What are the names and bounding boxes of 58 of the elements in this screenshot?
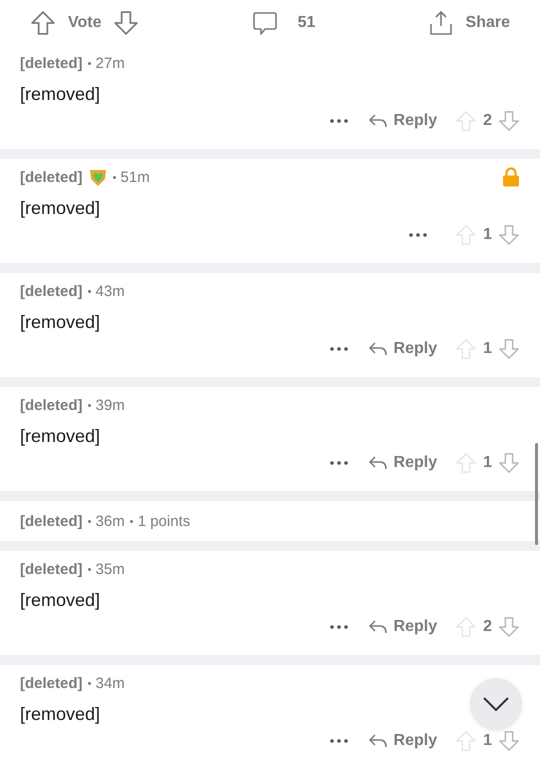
comment-body: [removed]: [20, 704, 102, 725]
reply-button[interactable]: Reply: [368, 340, 438, 358]
comment-count: 51: [298, 14, 316, 32]
comment-time: 36m: [96, 512, 125, 530]
comment-author[interactable]: [deleted]: [20, 282, 83, 300]
reply-button[interactable]: Reply: [368, 618, 438, 636]
comment-score: 1: [483, 454, 492, 472]
comment-time: 34m: [96, 674, 125, 692]
downvote-icon[interactable]: [498, 730, 520, 752]
share-label[interactable]: Share: [466, 14, 510, 32]
comment-score: 1: [483, 226, 492, 244]
comment-score: 1: [483, 340, 492, 358]
comment-score: 2: [483, 618, 492, 636]
reply-icon: [368, 454, 388, 472]
comment-points: 1 points: [138, 512, 190, 530]
share-icon[interactable]: [428, 10, 454, 36]
more-icon[interactable]: [330, 461, 348, 465]
comment-author[interactable]: [deleted]: [20, 54, 83, 72]
comment-time: 35m: [96, 560, 125, 578]
comment-body: [removed]: [20, 84, 102, 105]
comment-icon[interactable]: [252, 10, 278, 36]
more-icon[interactable]: [330, 119, 348, 123]
comment-author[interactable]: [deleted]: [20, 560, 83, 578]
reply-icon: [368, 112, 388, 130]
downvote-icon[interactable]: [498, 224, 520, 246]
reply-button[interactable]: Reply: [368, 112, 438, 130]
reply-icon: [368, 618, 388, 636]
comment-author[interactable]: [deleted]: [20, 674, 83, 692]
reply-icon: [368, 732, 388, 750]
comment-time: 51m: [120, 168, 150, 186]
reply-button[interactable]: Reply: [368, 732, 438, 750]
chevron-down-icon: [483, 697, 509, 711]
reply-icon: [368, 340, 388, 358]
comment-score: 2: [483, 112, 492, 130]
more-icon[interactable]: [409, 233, 428, 237]
comment-author[interactable]: [deleted]: [20, 512, 83, 530]
comment-body: [removed]: [20, 312, 102, 333]
downvote-icon[interactable]: [498, 338, 520, 360]
comment-body: [removed]: [20, 590, 102, 611]
comment-author[interactable]: [deleted]: [20, 396, 83, 414]
comment-body: [removed]: [20, 426, 102, 447]
more-icon[interactable]: [330, 625, 348, 629]
vote-label: Vote: [68, 14, 102, 32]
comment-time: 39m: [96, 396, 125, 414]
scrollbar[interactable]: [535, 443, 538, 545]
downvote-icon[interactable]: [498, 452, 520, 474]
downvote-icon[interactable]: [113, 10, 140, 36]
upvote-icon[interactable]: [30, 10, 56, 36]
comment-author[interactable]: [deleted]: [20, 168, 83, 186]
more-icon[interactable]: [330, 347, 348, 351]
comment-score: 1: [483, 732, 492, 750]
downvote-icon[interactable]: [498, 110, 520, 132]
comment-time: 27m: [96, 54, 125, 72]
comment-body: [removed]: [20, 198, 102, 219]
reply-button[interactable]: Reply: [368, 454, 438, 472]
downvote-icon[interactable]: [498, 616, 520, 638]
comment-time: 43m: [96, 282, 125, 300]
more-icon[interactable]: [330, 739, 348, 743]
